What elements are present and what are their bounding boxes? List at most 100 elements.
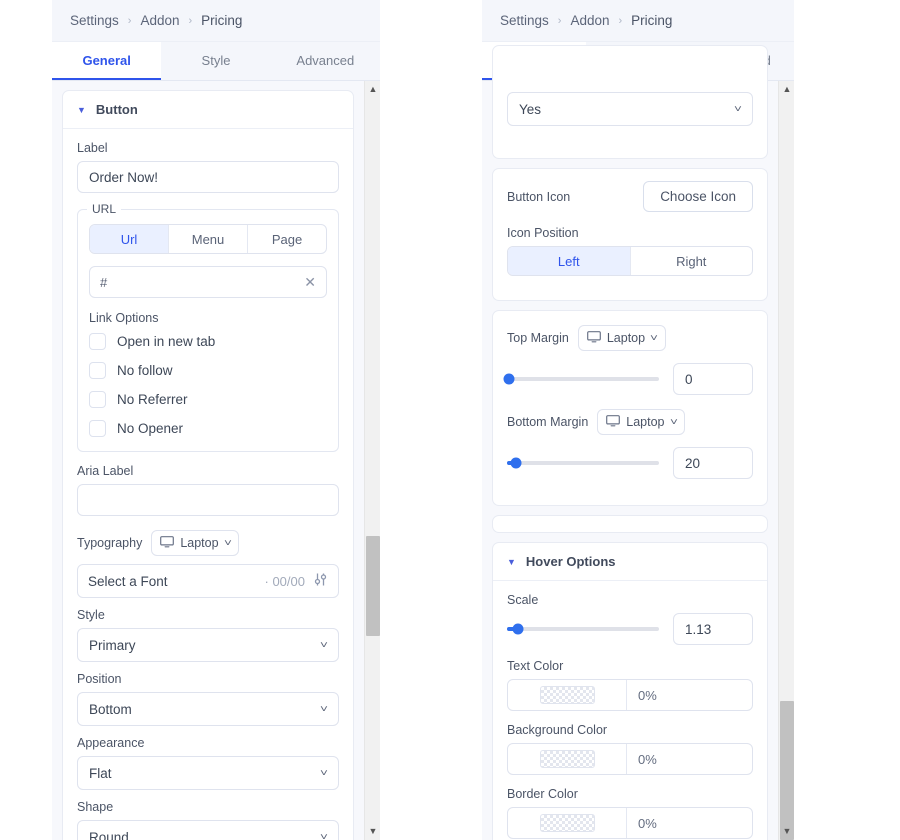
url-type-menu[interactable]: Menu — [169, 225, 248, 253]
margin-options-card: Top Margin Laptop ˅ 0 Bottom Margin Lapt… — [492, 310, 768, 506]
chevron-down-icon[interactable]: ˅ — [320, 832, 328, 840]
position-select-value: Bottom — [89, 701, 132, 717]
link-option-open-in-new-tab[interactable]: Open in new tab — [89, 333, 327, 350]
link-option-label: Open in new tab — [117, 334, 216, 349]
checkbox[interactable] — [89, 420, 106, 437]
chevron-down-icon[interactable]: ▼ — [779, 823, 794, 840]
shape-select-label: Shape — [77, 800, 114, 814]
bottom-margin-slider[interactable] — [507, 457, 659, 469]
icon-position-left[interactable]: Left — [508, 247, 631, 275]
style-select[interactable]: Primary ˅ — [77, 628, 339, 662]
left-scrollbar[interactable]: ▲ ▼ — [364, 81, 380, 840]
link-option-no-referrer[interactable]: No Referrer — [89, 391, 327, 408]
checkbox[interactable] — [89, 391, 106, 408]
left-scroll-content: ▼ Button Label Order Now! URL Url Menu P… — [52, 81, 364, 840]
general-options-card: Yes ˅ — [492, 45, 768, 159]
breadcrumb-item-addon[interactable]: Addon — [140, 13, 179, 28]
text-color-swatch-cell[interactable] — [508, 680, 627, 710]
color-swatch-icon[interactable] — [539, 750, 595, 768]
typography-row: Typography Laptop ˅ — [77, 530, 339, 556]
scrollbar-thumb[interactable] — [366, 536, 380, 636]
aria-label-input[interactable] — [77, 484, 339, 516]
chevron-up-icon[interactable]: ▲ — [365, 81, 380, 98]
chevron-down-icon[interactable]: ˅ — [734, 104, 742, 115]
scale-value-input[interactable]: 1.13 — [673, 613, 753, 645]
border-color-picker[interactable]: 0% — [507, 807, 753, 839]
tab-general[interactable]: General — [52, 42, 162, 80]
monitor-icon — [160, 535, 175, 551]
close-icon[interactable]: ✕ — [304, 274, 316, 291]
link-option-label: No Opener — [117, 421, 184, 436]
hover-options-title: Hover Options — [525, 554, 616, 569]
url-type-url[interactable]: Url — [90, 225, 169, 253]
url-input-value[interactable]: # — [100, 275, 107, 290]
chevron-down-icon[interactable]: ˅ — [320, 704, 328, 715]
typography-device-selector[interactable]: Laptop ˅ — [151, 530, 240, 556]
url-fieldset-legend: URL — [87, 202, 122, 216]
breadcrumb-item-addon[interactable]: Addon — [570, 13, 609, 28]
breadcrumb-item-pricing[interactable]: Pricing — [631, 13, 672, 28]
chevron-down-icon[interactable]: ▼ — [365, 823, 380, 840]
bottom-margin-device-selector[interactable]: Laptop ˅ — [597, 409, 686, 435]
top-margin-device-selector[interactable]: Laptop ˅ — [577, 325, 666, 351]
chevron-down-icon[interactable]: ˅ — [224, 538, 232, 549]
chevron-up-icon[interactable]: ▲ — [779, 81, 794, 98]
link-option-no-opener[interactable]: No Opener — [89, 420, 327, 437]
url-type-segmented-control: Url Menu Page — [89, 224, 327, 254]
chevron-down-icon[interactable]: ˅ — [320, 640, 328, 651]
chevron-down-icon[interactable]: ˅ — [320, 768, 328, 779]
button-section-header[interactable]: ▼ Button — [63, 91, 353, 129]
hover-options-body: Scale 1.13 Text Color 0% Background Colo… — [493, 581, 767, 840]
scale-slider[interactable] — [507, 623, 659, 635]
checkbox[interactable] — [89, 333, 106, 350]
position-select[interactable]: Bottom ˅ — [77, 692, 339, 726]
border-color-swatch-cell[interactable] — [508, 808, 627, 838]
shape-select[interactable]: Round ˅ — [77, 820, 339, 840]
hover-options-header[interactable]: ▼ Hover Options — [493, 543, 767, 581]
url-input-row[interactable]: # ✕ — [89, 266, 327, 298]
font-picker-row[interactable]: Select a Font · 00/00 — [77, 564, 339, 598]
border-color-opacity-value[interactable]: 0% — [627, 808, 752, 838]
yes-no-select-value: Yes — [519, 101, 542, 117]
color-swatch-icon[interactable] — [539, 686, 595, 704]
icon-position-label: Icon Position — [507, 226, 579, 240]
checkbox[interactable] — [89, 362, 106, 379]
background-color-opacity-value[interactable]: 0% — [627, 744, 752, 774]
bottom-margin-value-input[interactable]: 20 — [673, 447, 753, 479]
label-field-label: Label — [77, 141, 108, 155]
caret-down-icon[interactable]: ▼ — [507, 557, 516, 567]
icon-position-right[interactable]: Right — [631, 247, 753, 275]
tab-bar: General Style Advanced — [52, 42, 380, 81]
yes-no-select[interactable]: Yes ˅ — [507, 92, 753, 126]
chevron-down-icon[interactable]: ˅ — [650, 333, 658, 344]
button-section-body: Label Order Now! URL Url Menu Page # ✕ L… — [63, 129, 353, 840]
appearance-select[interactable]: Flat ˅ — [77, 756, 339, 790]
breadcrumb-item-pricing[interactable]: Pricing — [201, 13, 242, 28]
breadcrumb-item-settings[interactable]: Settings — [70, 13, 119, 28]
right-scrollbar[interactable]: ▲ ▼ — [778, 81, 794, 840]
top-margin-slider[interactable] — [503, 373, 659, 385]
text-color-opacity-value[interactable]: 0% — [627, 680, 752, 710]
scrollbar-thumb[interactable] — [780, 701, 794, 840]
breadcrumb: Settings › Addon › Pricing — [482, 0, 794, 42]
caret-down-icon[interactable]: ▼ — [77, 105, 86, 115]
label-input[interactable]: Order Now! — [77, 161, 339, 193]
sliders-icon[interactable] — [313, 572, 328, 590]
chevron-down-icon[interactable]: ˅ — [669, 417, 677, 428]
tab-advanced[interactable]: Advanced — [271, 42, 380, 80]
tab-style[interactable]: Style — [161, 42, 270, 80]
link-option-no-follow[interactable]: No follow — [89, 362, 327, 379]
style-select-value: Primary — [89, 637, 136, 653]
typography-label: Typography — [77, 536, 143, 550]
background-color-picker[interactable]: 0% — [507, 743, 753, 775]
breadcrumb-separator-icon: › — [557, 14, 562, 27]
color-swatch-icon[interactable] — [539, 814, 595, 832]
breadcrumb-item-settings[interactable]: Settings — [500, 13, 549, 28]
left-settings-panel: Settings › Addon › Pricing General Style… — [52, 0, 380, 840]
top-margin-value-input[interactable]: 0 — [673, 363, 753, 395]
url-type-page[interactable]: Page — [248, 225, 326, 253]
background-color-swatch-cell[interactable] — [508, 744, 627, 774]
text-color-picker[interactable]: 0% — [507, 679, 753, 711]
choose-icon-button[interactable]: Choose Icon — [643, 181, 753, 212]
left-scroll-area: ▼ Button Label Order Now! URL Url Menu P… — [52, 81, 380, 840]
